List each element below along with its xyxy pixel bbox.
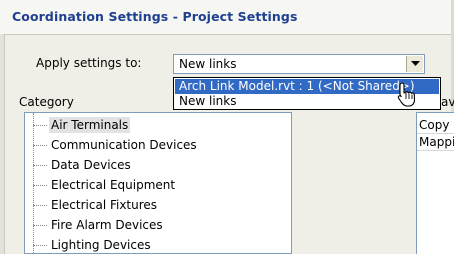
apply-settings-label: Apply settings to:: [36, 56, 142, 70]
behavior-header: avi: [441, 95, 454, 109]
pointer-cursor-icon: [397, 82, 416, 107]
tree-branch: [33, 185, 47, 186]
tree-item-label: Air Terminals: [49, 117, 131, 133]
apply-settings-value: New links: [179, 57, 237, 71]
category-header: Category: [19, 95, 74, 109]
tree-branch: [33, 205, 47, 206]
chevron-down-icon: [410, 61, 420, 66]
combo-dropdown-button[interactable]: [406, 56, 423, 72]
tree-item-communication-devices[interactable]: Communication Devices: [33, 136, 283, 154]
tree-branch: [33, 125, 47, 126]
tree-item-label: Electrical Fixtures: [51, 198, 158, 212]
behavior-row[interactable]: Copy: [417, 117, 454, 134]
tree-item-label: Lighting Devices: [51, 238, 151, 252]
tree-item-air-terminals[interactable]: Air Terminals: [33, 116, 283, 134]
tree-item-label: Electrical Equipment: [51, 178, 176, 192]
tree-item-electrical-fixtures[interactable]: Electrical Fixtures: [33, 196, 283, 214]
tree-item-label: Fire Alarm Devices: [51, 218, 163, 232]
tree-branch: [33, 145, 47, 146]
behavior-list[interactable]: Copy Mappi: [416, 112, 454, 254]
tree-branch: [33, 245, 47, 246]
window-frame-left: [0, 34, 5, 254]
window-title: Coordination Settings - Project Settings: [12, 9, 298, 24]
tree-item-fire-alarm-devices[interactable]: Fire Alarm Devices: [33, 216, 283, 234]
title-bar: Coordination Settings - Project Settings: [0, 0, 454, 35]
apply-settings-combo[interactable]: New links: [173, 54, 425, 74]
tree-branch: [33, 225, 47, 226]
tree-branch: [33, 165, 47, 166]
tree-item-label: Communication Devices: [51, 138, 197, 152]
tree-item-data-devices[interactable]: Data Devices: [33, 156, 283, 174]
tree-item-lighting-devices[interactable]: Lighting Devices: [33, 236, 283, 253]
tree-item-label: Data Devices: [51, 158, 131, 172]
category-tree[interactable]: Air Terminals Communication Devices Data…: [24, 112, 292, 254]
tree-item-electrical-equipment[interactable]: Electrical Equipment: [33, 176, 283, 194]
behavior-row[interactable]: Mappi: [417, 134, 454, 151]
